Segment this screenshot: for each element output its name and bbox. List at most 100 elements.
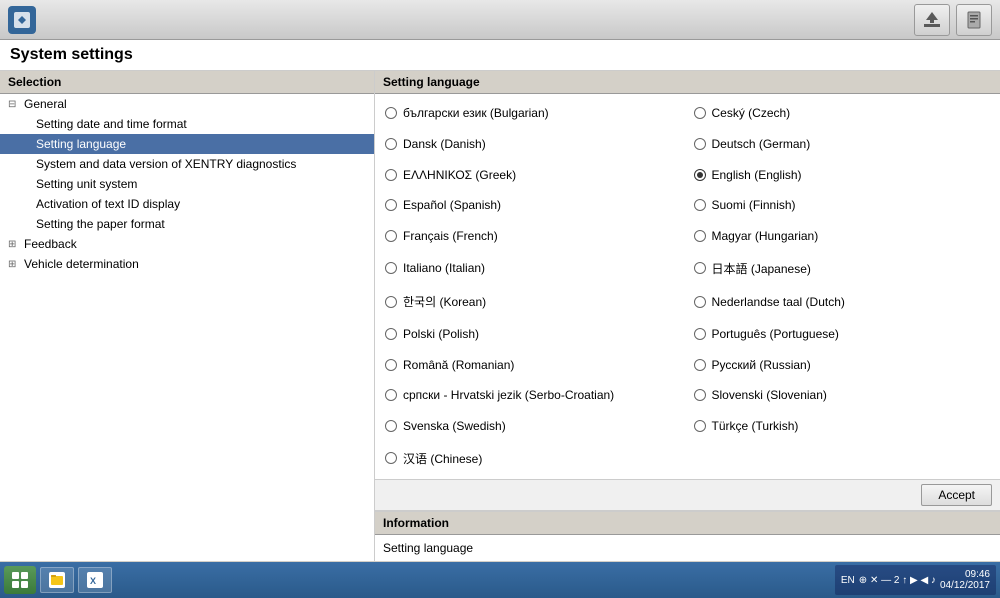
tree-item-vehicle[interactable]: ⊞ Vehicle determination (0, 254, 374, 274)
lang-item-zh[interactable]: 汉语 (Chinese) (379, 441, 688, 475)
lang-label-it: Italiano (Italian) (403, 261, 485, 275)
lang-label-fi: Suomi (Finnish) (712, 198, 796, 212)
tree-item-general[interactable]: ⊟General (0, 94, 374, 114)
lang-item-ru[interactable]: Русский (Russian) (688, 349, 997, 380)
radio-sl[interactable] (694, 389, 706, 401)
radio-hu[interactable] (694, 230, 706, 242)
lang-item-ja[interactable]: 日本語 (Japanese) (688, 251, 997, 285)
lang-item-it[interactable]: Italiano (Italian) (379, 251, 688, 285)
lang-item-pt[interactable]: Português (Portuguese) (688, 319, 997, 350)
tree-expand-general: ⊟ (8, 99, 20, 110)
lang-item-en[interactable]: English (English) (688, 159, 997, 190)
tree-item-xentry-version[interactable]: System and data version of XENTRY diagno… (0, 154, 374, 174)
lang-item-fi[interactable]: Suomi (Finnish) (688, 190, 997, 221)
svg-text:X: X (90, 576, 96, 586)
lang-item-ko[interactable]: 한국의 (Korean) (379, 285, 688, 319)
radio-ja[interactable] (694, 262, 706, 274)
tree-label-text-id: Activation of text ID display (36, 197, 180, 211)
app-icon (8, 6, 36, 34)
lang-item-sr[interactable]: српски - Hrvatski jezik (Serbo-Croatian) (379, 380, 688, 411)
info-panel-header: Information (375, 511, 1000, 535)
lang-label-fr: Français (French) (403, 229, 498, 243)
lang-label-ko: 한국의 (Korean) (403, 293, 486, 310)
lang-item-fr[interactable]: Français (French) (379, 221, 688, 252)
lang-label-zh: 汉语 (Chinese) (403, 450, 482, 467)
main-content: Selection ⊟GeneralSetting date and time … (0, 71, 1000, 561)
tree-item-text-id[interactable]: Activation of text ID display (0, 194, 374, 214)
radio-pt[interactable] (694, 328, 706, 340)
taskbar-xentry[interactable]: X (78, 567, 112, 593)
right-panel: Setting language български език (Bulgari… (375, 71, 1000, 561)
radio-nl[interactable] (694, 296, 706, 308)
radio-ru[interactable] (694, 359, 706, 371)
tree-expand-feedback: ⊞ (8, 239, 20, 250)
accept-button[interactable]: Accept (921, 484, 992, 506)
radio-zh[interactable] (385, 452, 397, 464)
radio-de[interactable] (694, 138, 706, 150)
tray-lang: EN (841, 575, 855, 586)
tray-icons: ⊕ ✕ — 2 ↑ ▶ ◀ ♪ (859, 575, 936, 586)
languages-header: Setting language (375, 71, 1000, 94)
lang-item-bg[interactable]: български език (Bulgarian) (379, 98, 688, 129)
lang-label-en: English (English) (712, 168, 802, 182)
lang-label-pt: Português (Portuguese) (712, 327, 839, 341)
lang-item-da[interactable]: Dansk (Danish) (379, 129, 688, 160)
radio-en[interactable] (694, 169, 706, 181)
info-panel: Information Setting language (375, 511, 1000, 561)
lang-label-da: Dansk (Danish) (403, 137, 486, 151)
radio-sr[interactable] (385, 389, 397, 401)
clock-time: 09:46 (940, 569, 990, 580)
taskbar-files[interactable] (40, 567, 74, 593)
lang-item-tr[interactable]: Türkçe (Turkish) (688, 411, 997, 442)
manual-button[interactable] (956, 4, 992, 36)
lang-label-sl: Slovenski (Slovenian) (712, 388, 827, 402)
lang-label-tr: Türkçe (Turkish) (712, 419, 799, 433)
radio-bg[interactable] (385, 107, 397, 119)
start-button[interactable] (4, 566, 36, 594)
radio-fi[interactable] (694, 199, 706, 211)
radio-fr[interactable] (385, 230, 397, 242)
tree-label-lang: Setting language (36, 137, 126, 151)
radio-it[interactable] (385, 262, 397, 274)
radio-ko[interactable] (385, 296, 397, 308)
lang-item-de[interactable]: Deutsch (German) (688, 129, 997, 160)
tree-item-unit-system[interactable]: Setting unit system (0, 174, 374, 194)
lang-label-ru: Русский (Russian) (712, 358, 811, 372)
lang-item-ro[interactable]: Română (Romanian) (379, 349, 688, 380)
tree-item-lang[interactable]: Setting language (0, 134, 374, 154)
lang-item-nl[interactable]: Nederlandse taal (Dutch) (688, 285, 997, 319)
tree-expand-vehicle: ⊞ (8, 259, 20, 270)
lang-item-pl[interactable]: Polski (Polish) (379, 319, 688, 350)
lang-item-sl[interactable]: Slovenski (Slovenian) (688, 380, 997, 411)
languages-grid: български език (Bulgarian)Ceský (Czech)D… (375, 94, 1000, 480)
upload-button[interactable] (914, 4, 950, 36)
lang-label-sv: Svenska (Swedish) (403, 419, 506, 433)
info-content: Setting language (375, 535, 1000, 561)
lang-item-el[interactable]: ΕΛΛΗΝΙΚΟΣ (Greek) (379, 159, 688, 190)
radio-ro[interactable] (385, 359, 397, 371)
radio-sv[interactable] (385, 420, 397, 432)
lang-item-cs[interactable]: Ceský (Czech) (688, 98, 997, 129)
radio-tr[interactable] (694, 420, 706, 432)
tree-container: ⊟GeneralSetting date and time format Sett… (0, 94, 374, 274)
lang-item-sv[interactable]: Svenska (Swedish) (379, 411, 688, 442)
lang-label-sr: српски - Hrvatski jezik (Serbo-Croatian) (403, 388, 614, 402)
radio-es[interactable] (385, 199, 397, 211)
page-title: System settings (0, 40, 1000, 71)
radio-pl[interactable] (385, 328, 397, 340)
radio-el[interactable] (385, 169, 397, 181)
system-tray: EN ⊕ ✕ — 2 ↑ ▶ ◀ ♪ 09:46 04/12/2017 (835, 565, 996, 595)
tree-item-date-time[interactable]: Setting date and time format (0, 114, 374, 134)
radio-da[interactable] (385, 138, 397, 150)
lang-item-hu[interactable]: Magyar (Hungarian) (688, 221, 997, 252)
tree-label-vehicle: Vehicle determination (24, 257, 139, 271)
lang-label-pl: Polski (Polish) (403, 327, 479, 341)
tree-label-xentry-version: System and data version of XENTRY diagno… (36, 157, 296, 171)
lang-item-es[interactable]: Español (Spanish) (379, 190, 688, 221)
tree-item-feedback[interactable]: ⊞Feedback (0, 234, 374, 254)
tree-item-paper[interactable]: Setting the paper format (0, 214, 374, 234)
lang-label-ja: 日本語 (Japanese) (712, 260, 811, 277)
clock: 09:46 04/12/2017 (940, 569, 990, 591)
taskbar-right: EN ⊕ ✕ — 2 ↑ ▶ ◀ ♪ 09:46 04/12/2017 (835, 565, 996, 595)
radio-cs[interactable] (694, 107, 706, 119)
